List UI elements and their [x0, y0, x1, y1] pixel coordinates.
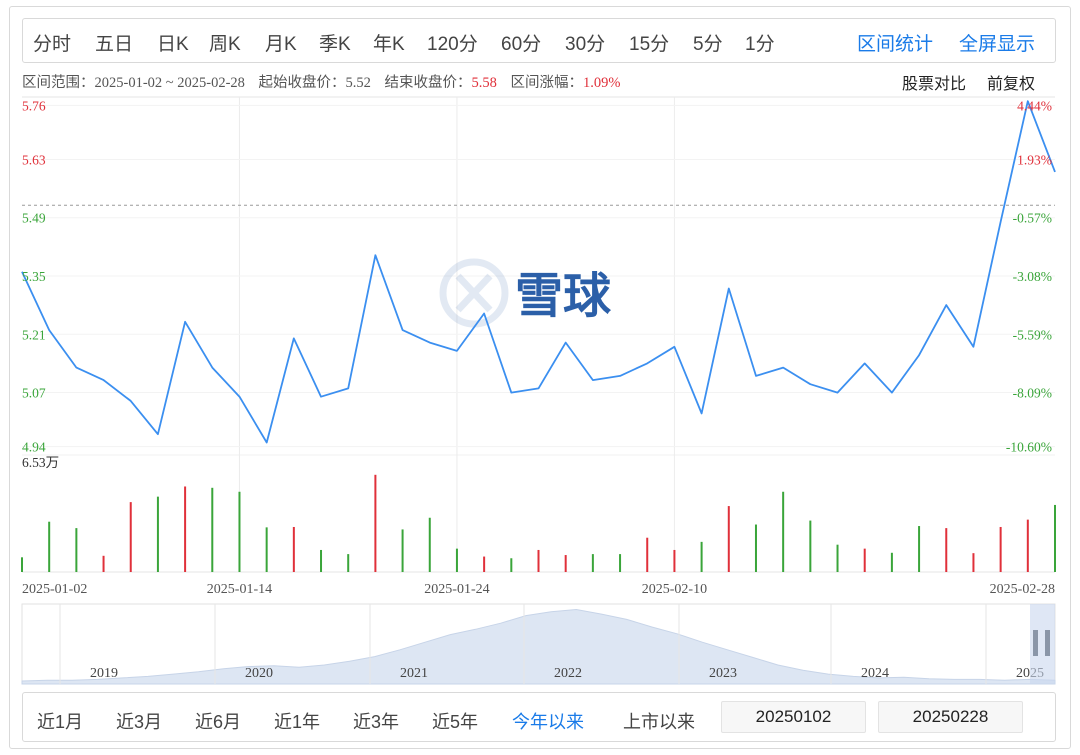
period-tab[interactable]: 年K — [373, 29, 405, 56]
period-tab[interactable]: 月K — [265, 29, 297, 56]
interval-stats-button[interactable]: 区间统计 — [857, 29, 933, 56]
range-tab[interactable]: 近3年 — [353, 708, 399, 734]
interval-change-value: 1.09% — [583, 75, 621, 91]
period-toolbar: 分时 五日 日K 周K 月K 季K 年K 120分 60分 30分 15分 5分… — [22, 18, 1056, 63]
end-date-input[interactable] — [878, 701, 1023, 733]
range-tab-active[interactable]: 今年以来 — [512, 708, 584, 734]
range-label: 区间范围： — [22, 75, 95, 91]
range-value: 2025-01-02 ~ 2025-02-28 — [94, 75, 245, 91]
range-tab[interactable]: 近6月 — [195, 708, 241, 734]
period-tab[interactable]: 5分 — [693, 29, 723, 56]
range-tab[interactable]: 近5年 — [432, 708, 478, 734]
interval-info: 区间范围：2025-01-02 ~ 2025-02-28 起始收盘价：5.52 … — [22, 71, 621, 92]
price-adjust-button[interactable]: 前复权 — [987, 70, 1035, 94]
fullscreen-button[interactable]: 全屏显示 — [959, 29, 1035, 56]
interval-change-label: 区间涨幅： — [510, 75, 584, 91]
end-close-value: 5.58 — [471, 75, 497, 91]
period-tab[interactable]: 15分 — [629, 29, 669, 56]
start-close-label: 起始收盘价： — [258, 75, 346, 91]
range-tab[interactable]: 近1年 — [274, 708, 320, 734]
end-close-label: 结束收盘价： — [384, 75, 472, 91]
chart-frame — [9, 6, 1071, 749]
range-toolbar: 近1月 近3月 近6月 近1年 近3年 近5年 今年以来 上市以来 — [22, 692, 1056, 742]
period-tab[interactable]: 60分 — [501, 29, 541, 56]
stock-compare-button[interactable]: 股票对比 — [902, 70, 966, 94]
period-tab[interactable]: 季K — [319, 29, 351, 56]
period-tab[interactable]: 1分 — [745, 29, 775, 56]
period-tab[interactable]: 分时 — [33, 29, 71, 56]
period-tab[interactable]: 日K — [157, 29, 189, 56]
period-tab[interactable]: 五日 — [95, 29, 133, 56]
period-tab[interactable]: 30分 — [565, 29, 605, 56]
start-close-value: 5.52 — [345, 75, 371, 91]
start-date-input[interactable] — [721, 701, 866, 733]
period-tab[interactable]: 周K — [209, 29, 241, 56]
period-tab[interactable]: 120分 — [427, 29, 478, 56]
range-tab[interactable]: 近1月 — [37, 708, 83, 734]
range-tab[interactable]: 近3月 — [116, 708, 162, 734]
range-tab[interactable]: 上市以来 — [623, 708, 695, 734]
